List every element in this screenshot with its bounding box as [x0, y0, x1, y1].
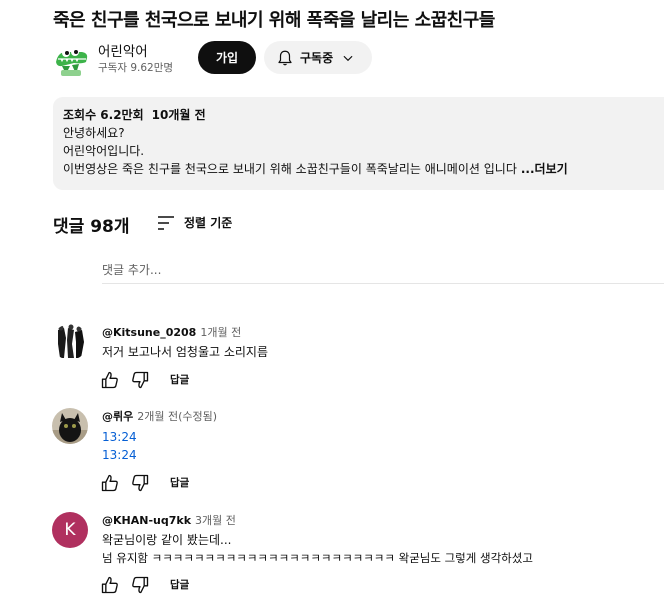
comment-text: 13:24 13:24 [102, 428, 137, 464]
subscribed-button[interactable]: 구독중 [264, 41, 372, 74]
video-title: 죽은 친구를 천국으로 보내기 위해 폭죽을 날리는 소꿉친구들 [53, 10, 495, 31]
show-more-link[interactable]: ...더보기 [521, 162, 568, 176]
description-line: 이번영상은 죽은 친구를 천국으로 보내기 위해 소꿉친구들이 폭죽날리는 애니… [63, 160, 663, 178]
thumbs-up-icon[interactable] [100, 473, 120, 493]
avatar[interactable]: K [52, 512, 88, 548]
thumbs-down-icon[interactable] [130, 370, 150, 390]
comment-author[interactable]: @뤼우 [102, 410, 133, 423]
description-text: 이번영상은 죽은 친구를 천국으로 보내기 위해 소꿉친구들이 폭죽날리는 애니… [63, 162, 517, 176]
channel-name[interactable]: 어린악어 [98, 40, 148, 60]
avatar-image [52, 324, 88, 360]
description-meta: 조회수 6.2만회 10개월 전 [63, 106, 663, 124]
reply-button[interactable]: 답글 [170, 475, 189, 490]
comment-item: @뤼우 2개월 전(수정됨) 13:24 13:24 답글 [52, 408, 652, 494]
comment-actions: 답글 [100, 473, 300, 495]
avatar[interactable] [52, 408, 88, 444]
comment-line: 넘 유지함 ㅋㅋㅋㅋㅋㅋㅋㅋㅋㅋㅋㅋㅋㅋㅋㅋㅋㅋㅋㅋㅋㅋㅋ 왁굳님도 그렇게 생… [102, 551, 533, 565]
comment-time[interactable]: 2개월 전(수정됨) [137, 410, 217, 423]
timestamp-link[interactable]: 13:24 [102, 428, 137, 446]
comment-author[interactable]: @KHAN-uq7kk [102, 514, 191, 527]
comment-time[interactable]: 1개월 전 [200, 326, 241, 339]
join-button[interactable]: 가입 [198, 41, 256, 74]
comment-count: 댓글 98개 [53, 217, 130, 237]
view-count: 조회수 6.2만회 [63, 108, 144, 122]
comment-text: 저거 보고나서 엄청울고 소리지름 [102, 345, 269, 359]
subscriber-count: 구독자 9.62만명 [98, 62, 174, 74]
comment-header: @KHAN-uq7kk 3개월 전 [102, 512, 236, 528]
cat-avatar-image [52, 408, 88, 444]
chevron-down-icon [343, 55, 353, 61]
description-box[interactable]: 조회수 6.2만회 10개월 전 안녕하세요? 어린악어입니다. 이번영상은 죽은… [53, 97, 664, 190]
thumbs-up-icon[interactable] [100, 370, 120, 390]
channel-avatar[interactable] [52, 40, 90, 78]
comment-header: @Kitsune_0208 1개월 전 [102, 324, 241, 340]
thumbs-down-icon[interactable] [130, 473, 150, 493]
description-line: 어린악어입니다. [63, 144, 145, 158]
crocodile-logo [52, 40, 90, 78]
comment-item: K @KHAN-uq7kk 3개월 전 왁굳님이랑 같이 봤는데... 넘 유지함… [52, 512, 652, 598]
comment-line: 왁굳님이랑 같이 봤는데... [102, 533, 232, 547]
thumbs-up-icon[interactable] [100, 575, 120, 595]
comment-author[interactable]: @Kitsune_0208 [102, 326, 196, 339]
comment-text: 왁굳님이랑 같이 봤는데... 넘 유지함 ㅋㅋㅋㅋㅋㅋㅋㅋㅋㅋㅋㅋㅋㅋㅋㅋㅋㅋ… [102, 531, 533, 567]
description-line: 안녕하세요? [63, 126, 125, 140]
comments-header: 댓글 98개 정렬 기준 [53, 212, 353, 237]
add-comment-input[interactable]: 댓글 추가... [102, 260, 664, 284]
subscribed-label: 구독중 [300, 51, 334, 65]
comment-actions: 답글 [100, 575, 300, 597]
timestamp-link[interactable]: 13:24 [102, 446, 137, 464]
avatar-letter: K [64, 520, 76, 540]
comment-item: @Kitsune_0208 1개월 전 저거 보고나서 엄청울고 소리지름 답글 [52, 324, 652, 394]
comment-header: @뤼우 2개월 전(수정됨) [102, 408, 217, 424]
reply-button[interactable]: 답글 [170, 577, 189, 592]
thumbs-down-icon[interactable] [130, 575, 150, 595]
channel-row: 어린악어 구독자 9.62만명 가입 구독중 [52, 40, 652, 78]
reply-button[interactable]: 답글 [170, 372, 189, 387]
comment-time[interactable]: 3개월 전 [195, 514, 236, 527]
sort-icon[interactable] [157, 215, 175, 231]
bell-icon [278, 50, 292, 65]
sort-button[interactable]: 정렬 기준 [184, 214, 232, 231]
comment-actions: 답글 [100, 370, 300, 392]
upload-date: 10개월 전 [151, 108, 206, 122]
avatar[interactable] [52, 324, 88, 360]
